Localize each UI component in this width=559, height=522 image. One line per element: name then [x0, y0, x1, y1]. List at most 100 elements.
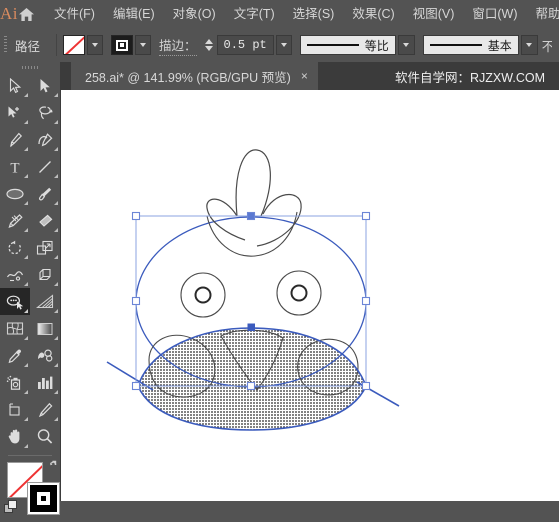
tool-flyout-indicator	[54, 197, 58, 205]
handle-bottom-left[interactable]	[133, 383, 140, 390]
type-tool[interactable]: T	[0, 153, 30, 180]
rotate-tool[interactable]	[0, 234, 30, 261]
handle-mid-left[interactable]	[133, 298, 140, 305]
tools-panel: T	[0, 62, 61, 501]
stroke-weight-label[interactable]: 描边：	[159, 35, 197, 56]
menu-item-view[interactable]: 视图(V)	[404, 0, 464, 28]
handle-top-left[interactable]	[133, 213, 140, 220]
control-bar-grip[interactable]	[0, 28, 11, 62]
menu-item-select[interactable]: 选择(S)	[284, 0, 344, 28]
menu-item-type[interactable]: 文字(T)	[225, 0, 284, 28]
scale-tool[interactable]	[30, 234, 60, 261]
shaper-pencil-tool[interactable]	[0, 207, 30, 234]
belly-shape[interactable]	[138, 328, 366, 430]
brush-definition-combo[interactable]: 基本	[423, 35, 538, 55]
swap-fill-stroke-icon[interactable]	[41, 460, 57, 477]
chevron-down-icon	[281, 43, 287, 47]
anchor-belly-top[interactable]	[248, 324, 255, 331]
brush-definition-dropdown[interactable]	[521, 35, 538, 55]
handle-bottom-right[interactable]	[363, 383, 370, 390]
menu-item-file[interactable]: 文件(F)	[45, 0, 104, 28]
variable-width-profile-face[interactable]: 等比	[300, 35, 396, 55]
symbol-sprayer-tool[interactable]	[0, 369, 30, 396]
artwork-svg	[61, 90, 559, 501]
close-icon[interactable]: ×	[301, 70, 308, 82]
stroke-color-swatch[interactable]	[111, 35, 133, 55]
handle-top-right[interactable]	[363, 213, 370, 220]
right-eye[interactable]	[277, 271, 321, 315]
document-tab[interactable]: 258.ai* @ 141.99% (RGB/GPU 预览) ×	[71, 62, 318, 90]
tool-flyout-indicator	[54, 332, 58, 340]
tool-flyout-indicator	[54, 89, 58, 97]
watermark-text: 软件自学网：RJZXW.COM	[395, 62, 545, 90]
tool-flyout-indicator	[24, 332, 28, 340]
handle-mid-right[interactable]	[363, 298, 370, 305]
brush-definition-value: 基本	[488, 37, 512, 54]
hand-tool[interactable]	[0, 423, 30, 450]
brush-definition-face[interactable]: 基本	[423, 35, 519, 55]
menu-item-window[interactable]: 窗口(W)	[463, 0, 526, 28]
handle-bottom-center[interactable]	[248, 383, 255, 390]
tool-grid: T	[0, 72, 60, 450]
stroke-weight-stepper[interactable]	[204, 35, 215, 55]
selection-tool[interactable]	[0, 72, 30, 99]
stroke-weight-dropdown[interactable]	[276, 35, 292, 55]
paintbrush-tool[interactable]	[30, 180, 60, 207]
menu-item-list: 文件(F) 编辑(E) 对象(O) 文字(T) 选择(S) 效果(C) 视图(V…	[45, 0, 559, 28]
tool-flyout-indicator	[54, 170, 58, 178]
stroke-weight-input[interactable]: 0.5 pt	[217, 35, 274, 55]
eraser-tool[interactable]	[30, 207, 60, 234]
fill-color-swatch[interactable]	[63, 35, 85, 55]
left-eye[interactable]	[181, 273, 225, 317]
perspective-grid-tool[interactable]	[30, 288, 60, 315]
variable-width-profile-combo[interactable]: 等比	[300, 35, 415, 55]
blend-tool[interactable]	[30, 342, 60, 369]
menu-item-effect[interactable]: 效果(C)	[343, 0, 403, 28]
stroke-swatch-dropdown[interactable]	[135, 35, 151, 55]
mesh-tool[interactable]	[0, 315, 30, 342]
variable-width-profile-value: 等比	[365, 37, 389, 54]
top-sprout[interactable]	[236, 150, 270, 216]
menu-bar: Ai 文件(F) 编辑(E) 对象(O) 文字(T) 选择(S) 效果(C) 视…	[0, 0, 559, 28]
tool-flyout-indicator	[54, 224, 58, 232]
width-tool[interactable]	[0, 261, 30, 288]
menu-item-object[interactable]: 对象(O)	[164, 0, 225, 28]
artboard-tool[interactable]	[0, 396, 30, 423]
tool-flyout-indicator	[24, 413, 28, 421]
brush-preview-icon	[430, 44, 482, 46]
shape-builder-tool[interactable]	[0, 288, 30, 315]
default-fill-stroke-icon[interactable]	[4, 500, 19, 518]
fill-swatch-dropdown[interactable]	[87, 35, 103, 55]
ellipse-tool[interactable]	[0, 180, 30, 207]
variable-width-profile-dropdown[interactable]	[398, 35, 415, 55]
gradient-tool[interactable]	[30, 315, 60, 342]
tool-flyout-indicator	[24, 224, 28, 232]
tool-flyout-indicator	[24, 197, 28, 205]
tool-flyout-indicator	[24, 440, 28, 448]
tool-flyout-indicator	[24, 116, 28, 124]
menu-item-edit[interactable]: 编辑(E)	[104, 0, 164, 28]
eyedropper-tool[interactable]	[0, 342, 30, 369]
slice-tool[interactable]	[30, 396, 60, 423]
handle-top-center[interactable]	[248, 213, 255, 220]
menu-item-help[interactable]: 帮助(	[527, 0, 559, 28]
line-segment-tool[interactable]	[30, 153, 60, 180]
tool-flyout-indicator	[54, 413, 58, 421]
column-graph-tool[interactable]	[30, 369, 60, 396]
sprout-right-leaf[interactable]	[257, 195, 301, 246]
magic-wand-tool[interactable]	[0, 99, 30, 126]
tool-flyout-indicator	[54, 386, 58, 394]
lasso-tool[interactable]	[30, 99, 60, 126]
control-bar-overflow[interactable]: 不	[542, 36, 552, 55]
zoom-tool[interactable]	[30, 423, 60, 450]
artboard-canvas[interactable]	[61, 90, 559, 501]
chevron-down-icon	[526, 43, 532, 47]
home-icon[interactable]	[18, 0, 35, 28]
direct-selection-tool[interactable]	[30, 72, 60, 99]
free-transform-tool[interactable]	[30, 261, 60, 288]
stroke-color-well[interactable]	[27, 482, 60, 515]
curvature-tool[interactable]	[30, 126, 60, 153]
stepper-up-icon	[205, 39, 213, 44]
tools-panel-grip[interactable]	[0, 62, 60, 72]
pen-tool[interactable]	[0, 126, 30, 153]
